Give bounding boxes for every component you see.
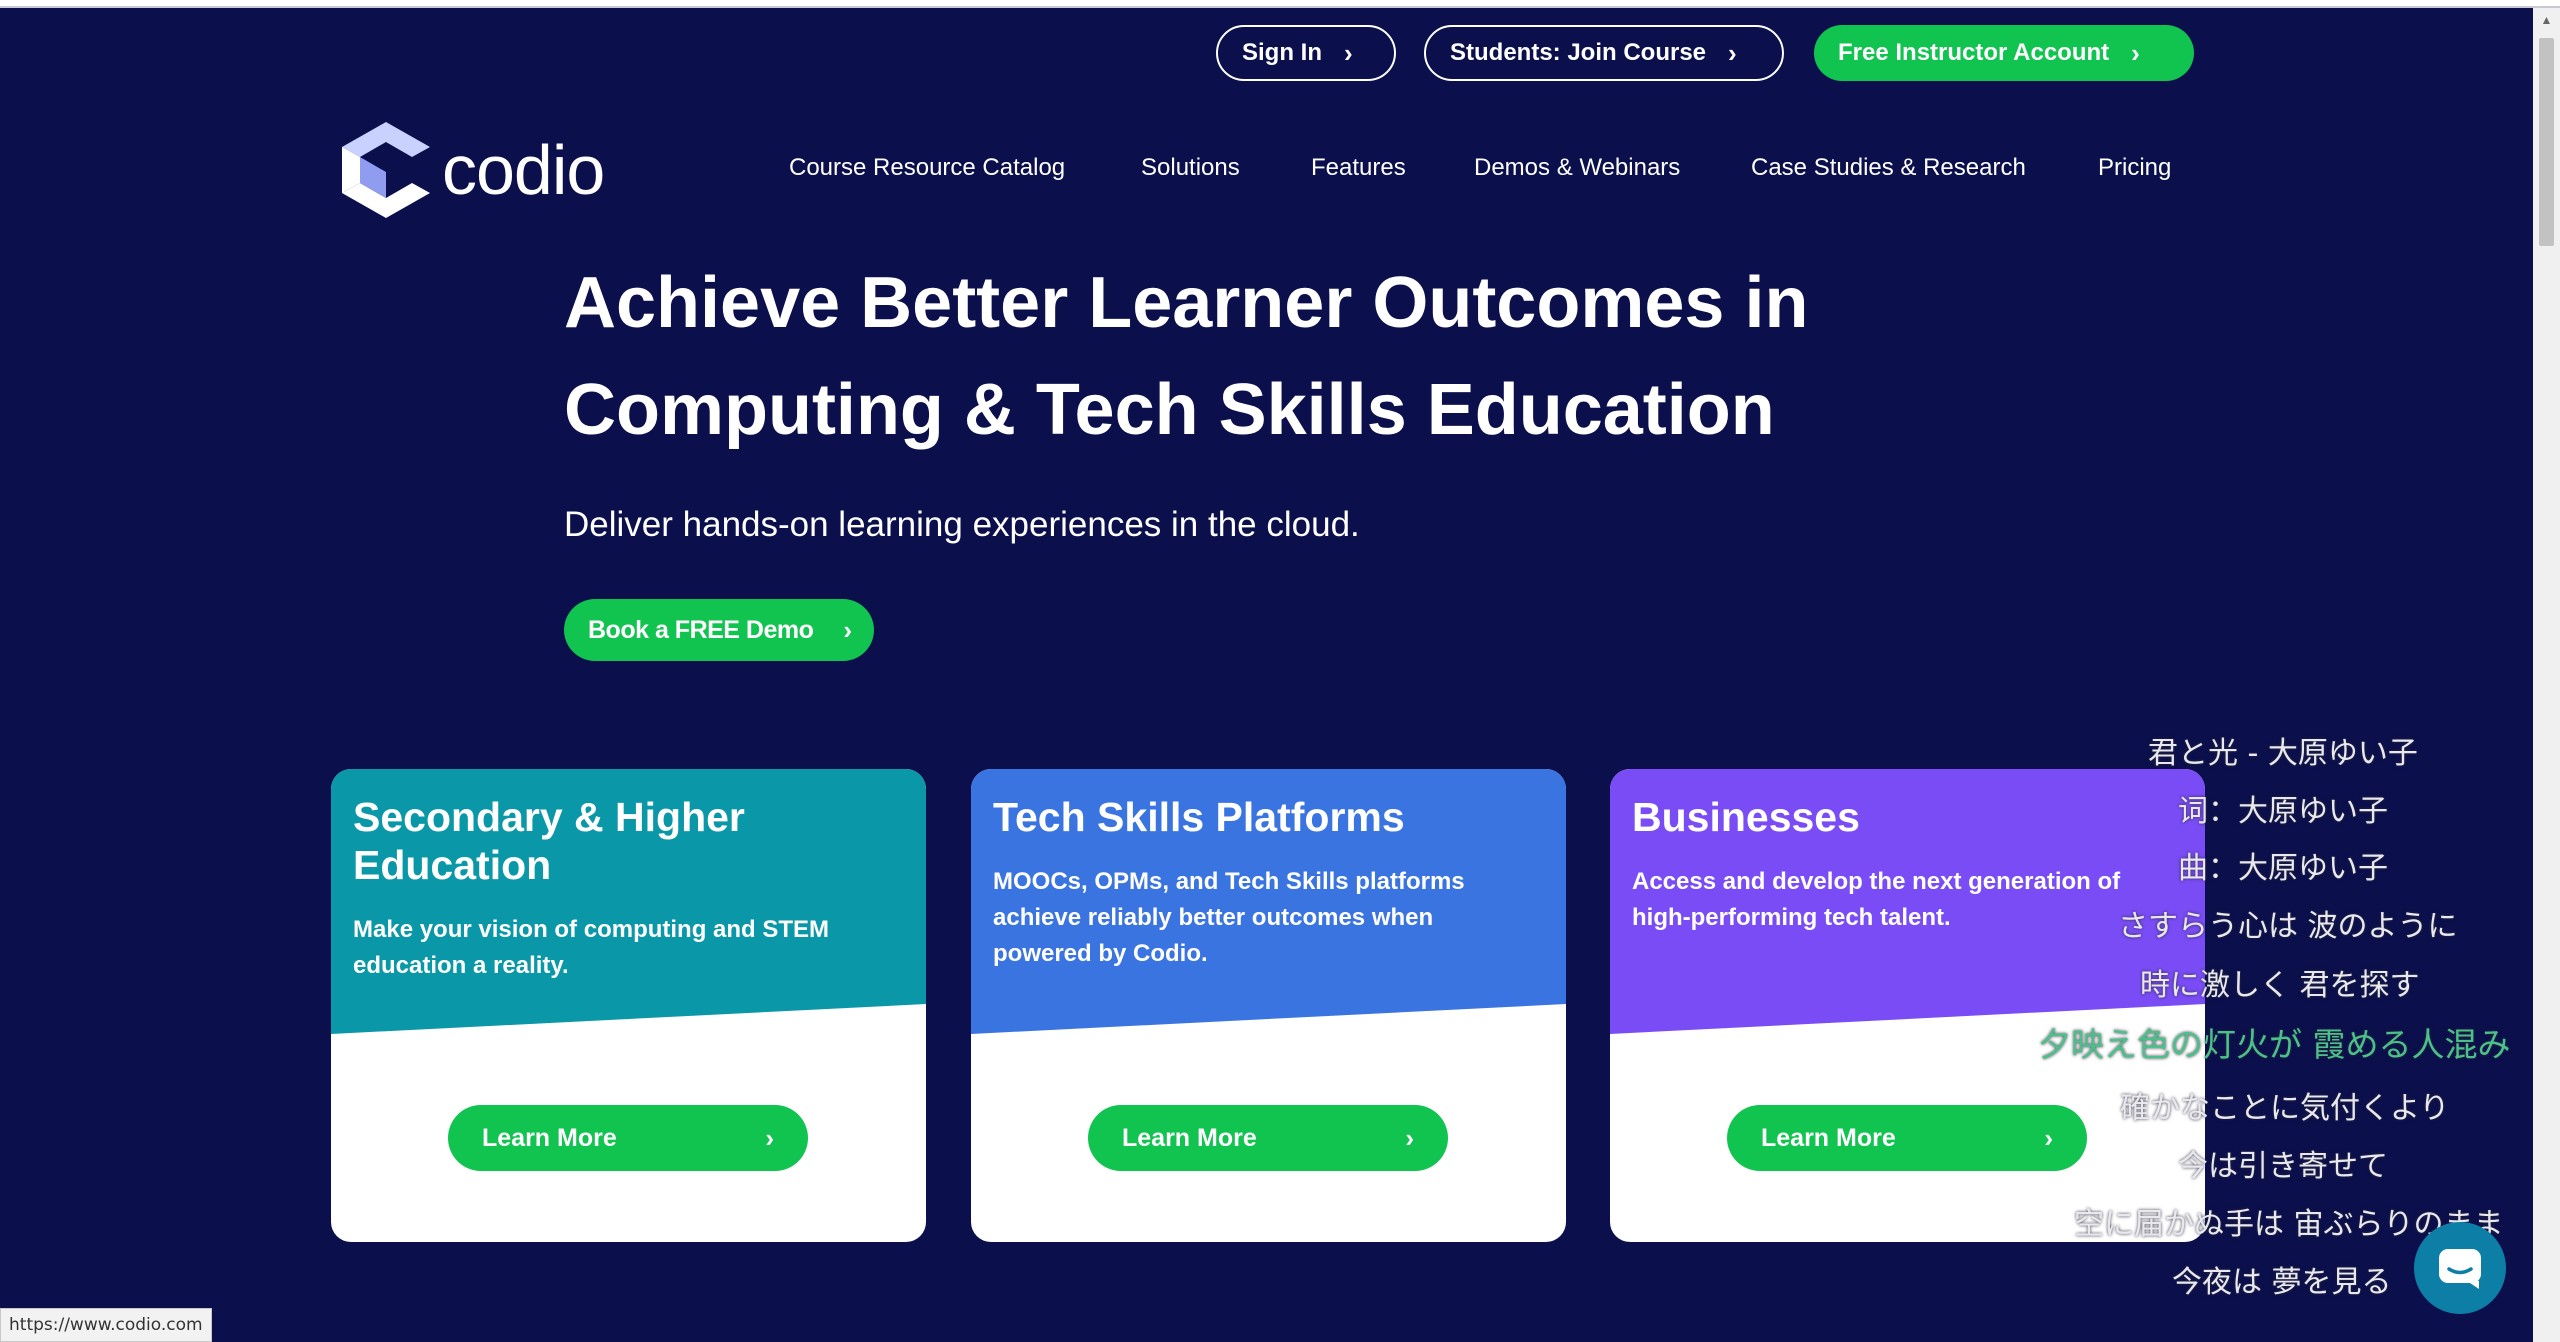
join-course-button[interactable]: Students: Join Course › — [1424, 25, 1784, 81]
nav-course-resource-catalog[interactable]: Course Resource Catalog — [789, 154, 1065, 182]
book-demo-button[interactable]: Book a FREE Demo › — [564, 599, 874, 661]
status-bar-url: https://www.codio.com — [0, 1308, 212, 1342]
card-description: Make your vision of computing and STEM e… — [353, 916, 830, 979]
nav-pricing[interactable]: Pricing — [2098, 154, 2171, 182]
hero-title-line-1: Achieve Better Learner Outcomes in — [564, 263, 1809, 343]
lyric-line: 词：大原ゆい子 — [2178, 794, 2388, 829]
learn-more-button[interactable]: Learn More › — [1727, 1105, 2087, 1171]
lyric-line: 時に激しく 君を探す — [2140, 968, 2420, 1003]
card-secondary-higher-education: Secondary & Higher Education Make your v… — [331, 769, 926, 1242]
chevron-right-icon: › — [1344, 37, 1353, 68]
sign-in-button[interactable]: Sign In › — [1216, 25, 1396, 81]
card-title: Tech Skills Platforms — [993, 794, 1405, 840]
vertical-scrollbar[interactable]: ▲ — [2533, 8, 2560, 1342]
card-businesses: Businesses Access and develop the next g… — [1610, 769, 2205, 1242]
lyric-line: さすらう心は 波のように — [2118, 909, 2458, 944]
lyric-line: 君と光 - 大原ゆい子 — [2148, 736, 2418, 771]
chevron-right-icon: › — [2044, 1122, 2053, 1153]
free-account-label: Free Instructor Account — [1838, 39, 2110, 66]
learn-more-label: Learn More — [1761, 1123, 1896, 1152]
card-title: Businesses — [1632, 794, 1860, 840]
lyric-line-current: 夕映え色の灯火が 霞める人混み — [2038, 1025, 2511, 1064]
free-instructor-account-button[interactable]: Free Instructor Account › — [1814, 25, 2194, 81]
chat-launcher-button[interactable] — [2414, 1222, 2506, 1314]
chevron-right-icon: › — [843, 614, 852, 645]
codio-logo[interactable]: codio — [340, 120, 605, 220]
card-description: MOOCs, OPMs, and Tech Skills platforms a… — [993, 868, 1465, 967]
learn-more-label: Learn More — [482, 1123, 617, 1152]
lyric-line: 確かなことに気付くより — [2120, 1091, 2450, 1126]
browser-top-edge — [0, 0, 2560, 8]
chevron-right-icon: › — [765, 1122, 774, 1153]
chevron-right-icon: › — [2131, 37, 2140, 68]
hero-title: Achieve Better Learner Outcomes in Compu… — [564, 250, 1964, 464]
card-description: Access and develop the next generation o… — [1632, 868, 2121, 931]
lyric-line: 今夜は 夢を見る — [2172, 1265, 2392, 1300]
book-demo-label: Book a FREE Demo — [588, 615, 814, 644]
nav-case-studies-research[interactable]: Case Studies & Research — [1751, 154, 2026, 182]
chevron-right-icon: › — [1728, 37, 1737, 68]
codio-logo-icon — [342, 122, 430, 218]
nav-features[interactable]: Features — [1311, 154, 1406, 182]
sign-in-label: Sign In — [1242, 39, 1322, 66]
logo-text: codio — [442, 131, 605, 209]
chat-icon — [2439, 1249, 2481, 1289]
chevron-right-icon: › — [1405, 1122, 1414, 1153]
lyric-line: 曲：大原ゆい子 — [2178, 851, 2388, 886]
hero-title-line-2: Computing & Tech Skills Education — [564, 370, 1775, 450]
card-title: Secondary & Higher Education — [353, 794, 745, 888]
hero-subtitle: Deliver hands-on learning experiences in… — [564, 505, 1360, 544]
nav-solutions[interactable]: Solutions — [1141, 154, 1240, 182]
learn-more-button[interactable]: Learn More › — [448, 1105, 808, 1171]
lyric-line: 今は引き寄せて — [2178, 1149, 2388, 1184]
scroll-up-icon[interactable]: ▲ — [2533, 8, 2560, 32]
nav-demos-webinars[interactable]: Demos & Webinars — [1474, 154, 1680, 182]
learn-more-label: Learn More — [1122, 1123, 1257, 1152]
card-tech-skills-platforms: Tech Skills Platforms MOOCs, OPMs, and T… — [971, 769, 1566, 1242]
learn-more-button[interactable]: Learn More › — [1088, 1105, 1448, 1171]
scroll-thumb[interactable] — [2539, 38, 2554, 246]
join-course-label: Students: Join Course — [1450, 39, 1707, 66]
